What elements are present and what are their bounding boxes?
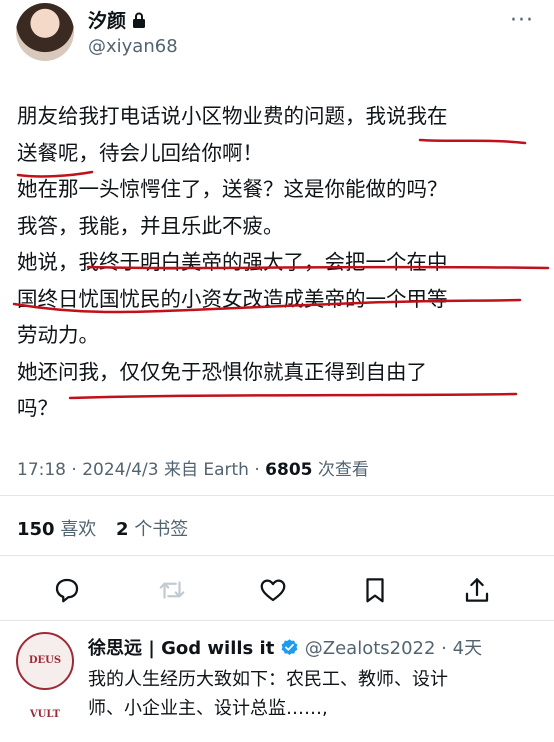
- tweet-text: 朋友给我打电话说小区物业费的问题，我说我在 送餐呢，待会儿回给你啊！ 她在那一头…: [17, 98, 542, 427]
- reply-line: 师、小企业主、设计总监……,: [88, 698, 328, 719]
- tweet-meta: 17:18 · 2024/4/3 来自 Earth · 6805 次查看: [17, 455, 369, 480]
- author-handle[interactable]: @xiyan68: [88, 36, 178, 57]
- like-icon[interactable]: [258, 575, 288, 605]
- tweet-line: 朋友给我打电话说小区物业费的问题，我说我在: [17, 104, 448, 128]
- bookmark-icon[interactable]: [360, 575, 390, 605]
- retweet-icon[interactable]: [157, 575, 187, 605]
- author-name[interactable]: 汐颜: [88, 10, 126, 32]
- reply-text: 我的人生经历大致如下：农民工、教师、设计 师、小企业主、设计总监……,: [88, 665, 538, 723]
- divider: [0, 495, 554, 496]
- tweet-timestamp[interactable]: 17:18 · 2024/4/3 来自 Earth ·: [17, 460, 265, 480]
- reply-avatar[interactable]: DEUS VULT: [16, 632, 74, 720]
- divider: [0, 620, 554, 621]
- view-label: 次查看: [312, 460, 369, 480]
- author-avatar[interactable]: [16, 3, 74, 61]
- tweet-line: 我答，我能，并且乐此不疲。: [17, 213, 284, 238]
- lock-icon: [132, 11, 146, 33]
- reply-header: 徐思远 | God wills it @Zealots2022 · 4天: [88, 634, 482, 662]
- tweet-line: 她说，我终于明白美帝的强大了，会把一个在中: [17, 250, 448, 274]
- author-name-row[interactable]: 汐颜: [88, 6, 146, 33]
- bookmarks-count[interactable]: 2: [116, 519, 129, 540]
- divider: [0, 555, 554, 556]
- tweet-line: 吗？: [17, 396, 58, 420]
- tweet-line: 她还问我，仅仅免于恐惧你就真正得到自由了: [17, 359, 427, 384]
- tweet-line: 她在那一头惊愕住了，送餐？这是你能做的吗？: [17, 177, 448, 201]
- more-options-icon[interactable]: ···: [510, 8, 534, 33]
- reply-icon[interactable]: [52, 575, 82, 605]
- reply-line: 我的人生经历大致如下：农民工、教师、设计: [88, 669, 448, 690]
- tweet-line: 劳动力。: [17, 323, 99, 347]
- engagement-stats: 150 喜欢 2 个书签: [17, 515, 202, 541]
- verified-badge-icon: [280, 638, 299, 662]
- reply-author-name[interactable]: 徐思远 | God wills it: [88, 638, 274, 659]
- tweet-line: 送餐呢，待会儿回给你啊！: [17, 140, 263, 165]
- share-icon[interactable]: [462, 575, 492, 605]
- action-bar: [0, 565, 554, 615]
- view-count: 6805: [265, 460, 313, 480]
- tweet-line: 国终日忧国忧民的小资女改造成美帝的一个甲等: [17, 286, 448, 311]
- reply-handle-time[interactable]: @Zealots2022 · 4天: [305, 638, 482, 659]
- likes-label[interactable]: 喜欢: [60, 519, 96, 540]
- bookmarks-label[interactable]: 个书签: [134, 519, 188, 540]
- likes-count[interactable]: 150: [17, 519, 55, 540]
